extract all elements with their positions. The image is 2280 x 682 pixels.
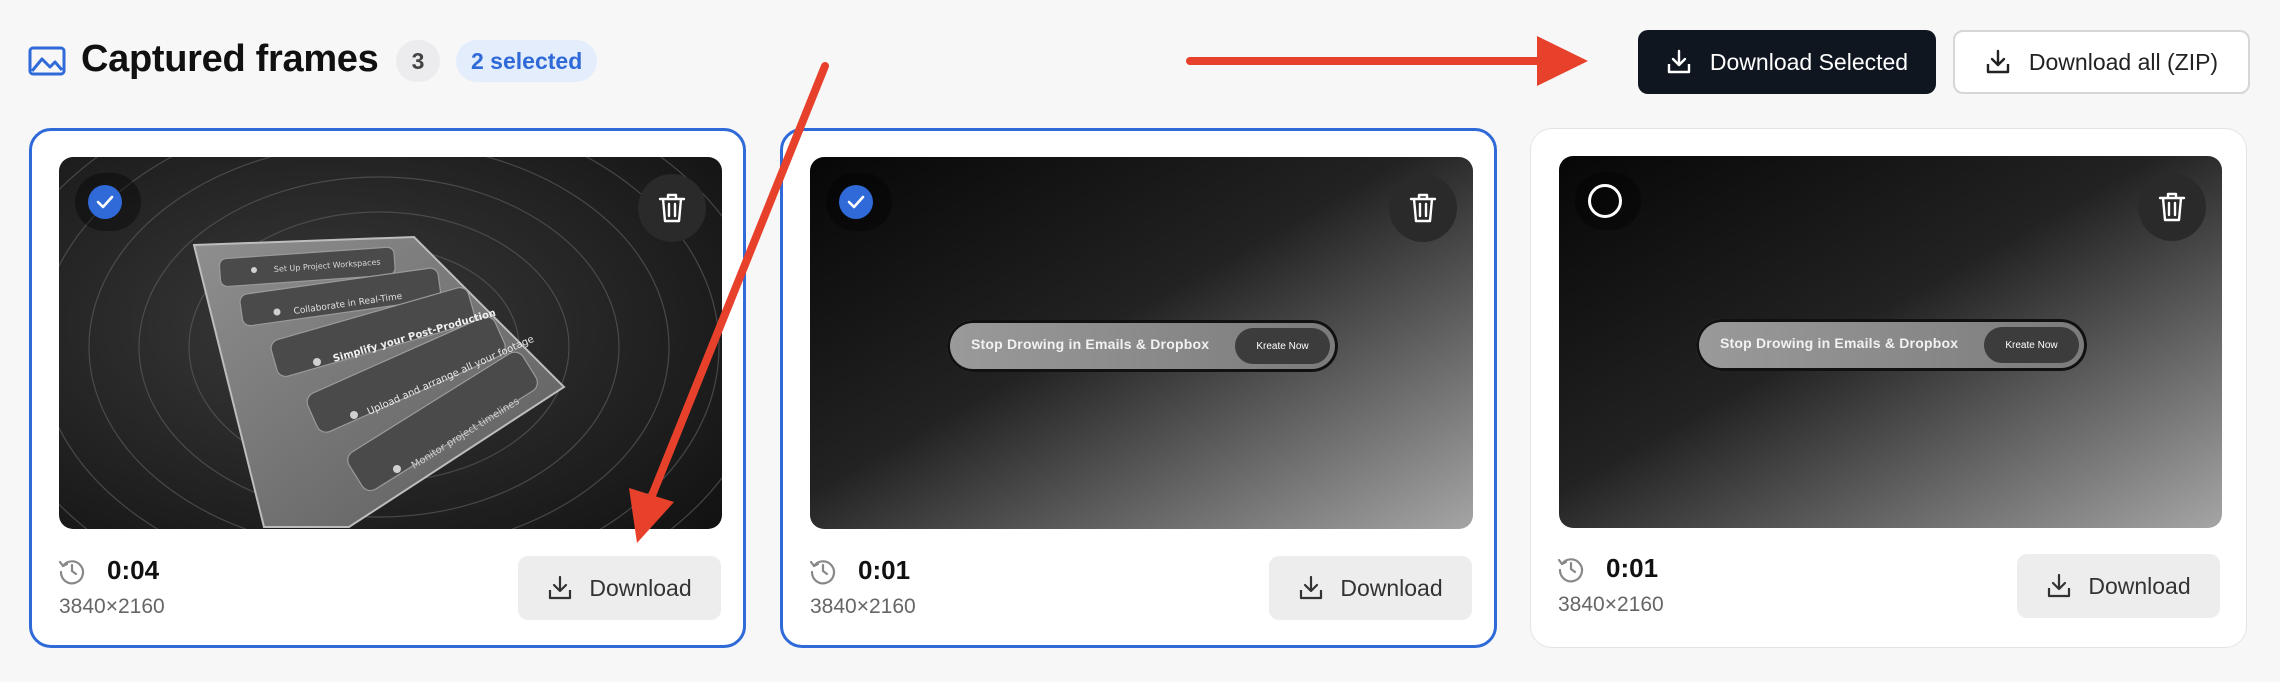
history-clock-icon — [58, 560, 85, 585]
trash-icon — [658, 193, 686, 223]
download-label: Download — [1340, 574, 1443, 601]
download-label: Download — [589, 574, 692, 601]
frame-card[interactable]: Stop Drowing in Emails & Dropbox Kreate … — [780, 128, 1497, 648]
trash-icon — [2158, 192, 2186, 222]
check-icon[interactable] — [839, 185, 873, 219]
download-selected-button[interactable]: Download Selected — [1638, 30, 1936, 94]
frame-card[interactable]: Stop Drowing in Emails & Dropbox Kreate … — [1530, 128, 2247, 648]
delete-frame-button[interactable] — [2138, 173, 2206, 241]
page-title: Captured frames — [81, 38, 379, 80]
download-icon — [549, 575, 572, 600]
download-icon — [1986, 49, 2010, 74]
download-frame-button[interactable]: Download — [518, 556, 721, 620]
frame-card[interactable]: Set Up Project Workspaces Collaborate in… — [29, 128, 746, 648]
frames-header: Captured frames 3 2 selected Download Se… — [0, 0, 2280, 125]
download-all-label: Download all (ZIP) — [2028, 48, 2219, 75]
unchecked-circle-icon[interactable] — [1588, 184, 1622, 218]
frame-thumbnail[interactable]: Stop Drowing in Emails & Dropbox Kreate … — [1559, 156, 2222, 528]
select-checkbox-area[interactable] — [75, 173, 141, 231]
select-checkbox-area[interactable] — [826, 173, 892, 231]
delete-frame-button[interactable] — [1389, 174, 1457, 242]
download-all-zip-button[interactable]: Download all (ZIP) — [1953, 30, 2250, 94]
thumbnail-image: Set Up Project Workspaces Collaborate in… — [59, 157, 722, 529]
download-selected-label: Download Selected — [1709, 48, 1909, 75]
frame-thumbnail[interactable]: Stop Drowing in Emails & Dropbox Kreate … — [810, 157, 1473, 529]
download-label: Download — [2088, 572, 2191, 599]
download-frame-button[interactable]: Download — [2017, 554, 2220, 618]
check-icon[interactable] — [88, 185, 122, 219]
image-icon — [28, 46, 66, 76]
banner-button: Kreate Now — [1984, 327, 2079, 363]
download-frame-button[interactable]: Download — [1269, 556, 1472, 620]
frame-count-badge: 3 — [396, 40, 440, 82]
download-icon — [2048, 573, 2071, 598]
thumbnail-banner: Stop Drowing in Emails & Dropbox Kreate … — [947, 320, 1338, 372]
frame-resolution: 3840×2160 — [59, 595, 165, 618]
banner-text: Stop Drowing in Emails & Dropbox — [971, 336, 1210, 352]
trash-icon — [1409, 193, 1437, 223]
frame-thumbnail[interactable]: Set Up Project Workspaces Collaborate in… — [59, 157, 722, 529]
selected-count-badge: 2 selected — [456, 40, 598, 82]
frame-resolution: 3840×2160 — [810, 595, 916, 618]
history-clock-icon — [1557, 558, 1584, 583]
frame-timestamp: 0:04 — [107, 555, 160, 585]
frame-timestamp: 0:01 — [858, 555, 911, 585]
banner-button: Kreate Now — [1235, 328, 1330, 364]
select-checkbox-area[interactable] — [1575, 172, 1641, 230]
banner-text: Stop Drowing in Emails & Dropbox — [1720, 335, 1959, 351]
download-icon — [1300, 575, 1323, 600]
history-clock-icon — [809, 560, 836, 585]
thumbnail-banner: Stop Drowing in Emails & Dropbox Kreate … — [1696, 319, 2087, 371]
frame-resolution: 3840×2160 — [1558, 593, 1664, 616]
download-icon — [1667, 49, 1691, 74]
delete-frame-button[interactable] — [638, 174, 706, 242]
frame-timestamp: 0:01 — [1606, 553, 1659, 583]
